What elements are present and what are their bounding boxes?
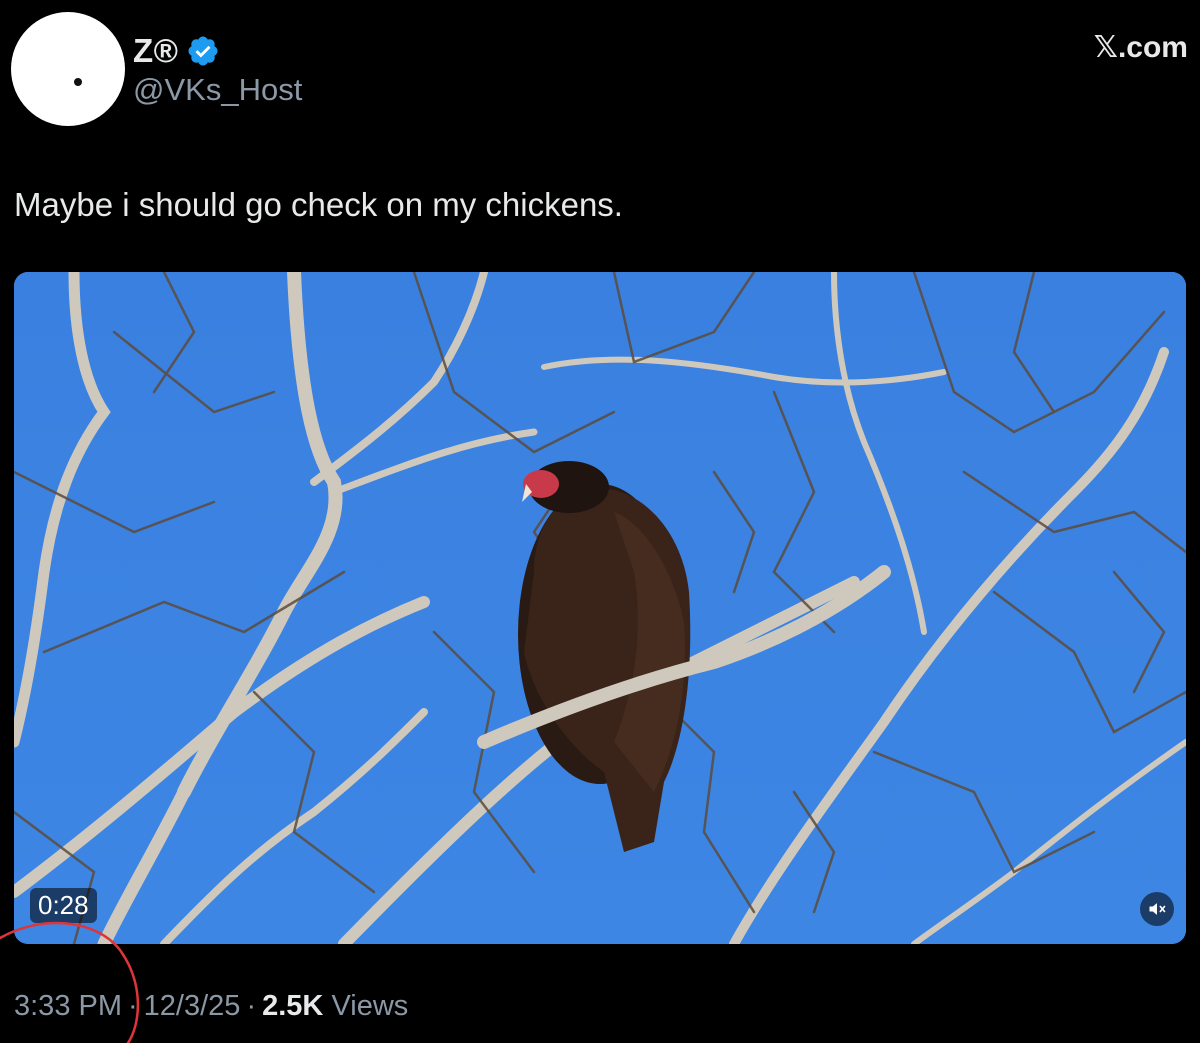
video-player[interactable]: 0:28 — [14, 272, 1186, 944]
tweet-time[interactable]: 3:33 PM — [14, 990, 122, 1022]
author-name-row: Z® — [133, 26, 220, 76]
speaker-muted-icon — [1149, 903, 1166, 915]
mute-toggle-button[interactable] — [1140, 892, 1174, 926]
tweet-date[interactable]: 12/3/25 — [144, 990, 241, 1022]
avatar[interactable] — [11, 12, 125, 126]
meta-separator: · — [246, 990, 257, 1022]
video-duration: 0:28 — [30, 888, 97, 923]
x-com-brand: 𝕏.com — [1093, 31, 1188, 64]
video-frame-vulture-in-tree — [14, 272, 1186, 944]
tweet-meta: 3:33 PM · 12/3/25 · 2.5K Views — [14, 990, 408, 1023]
display-name[interactable]: Z® — [133, 32, 178, 70]
meta-separator: · — [128, 990, 138, 1022]
tweet-text: Maybe i should go check on my chickens. — [14, 186, 623, 223]
avatar-dot — [74, 78, 82, 86]
verified-badge-icon — [188, 36, 219, 66]
views-label: Views — [331, 990, 409, 1022]
views-count[interactable]: 2.5K — [262, 990, 323, 1022]
author-handle[interactable]: @VKs_Host — [133, 72, 302, 108]
